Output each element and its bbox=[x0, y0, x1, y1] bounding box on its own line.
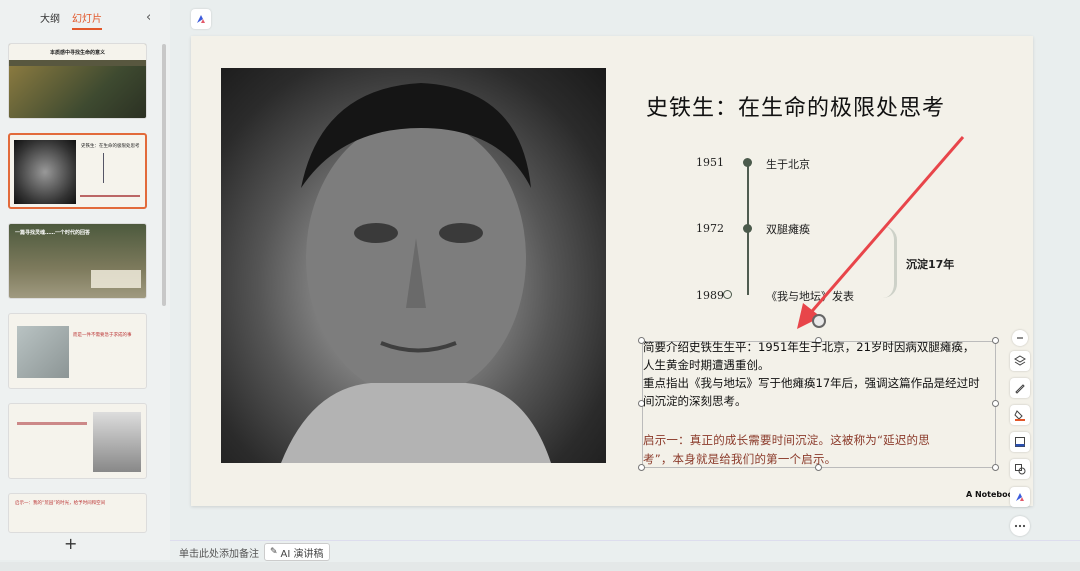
thumbnail-image bbox=[9, 66, 146, 118]
status-bar bbox=[0, 562, 1080, 571]
slide-title[interactable]: 史铁生：在生命的极限处思考 bbox=[646, 90, 945, 122]
annotation-arrow bbox=[797, 136, 965, 329]
chevron-left-icon[interactable]: ‹ bbox=[146, 10, 151, 25]
notes-text[interactable]: 简要介绍史铁生生平：1951年生于北京，21岁时因病双腿瘫痪， 人生黄金时期遭遇… bbox=[643, 338, 995, 410]
notebook-watermark: A Noteboo bbox=[966, 490, 1014, 499]
slide-thumbnail-4[interactable]: 而是一件不需要急于求成的事 bbox=[8, 313, 147, 389]
portrait-photo bbox=[221, 68, 606, 463]
minus-icon[interactable] bbox=[1012, 330, 1028, 346]
shape-icon[interactable] bbox=[1010, 459, 1030, 479]
timeline-year-1989: 1989 bbox=[696, 289, 724, 302]
ai-icon: ✎ bbox=[270, 547, 278, 557]
slide-thumbnail-5[interactable] bbox=[8, 403, 147, 479]
thumbnail-image bbox=[17, 326, 69, 378]
timeline-year-1951: 1951 bbox=[696, 156, 724, 169]
thumbnail-image bbox=[93, 412, 141, 472]
add-slide-button[interactable]: + bbox=[64, 534, 77, 553]
timeline-ring bbox=[723, 290, 732, 299]
sidebar-scrollbar[interactable] bbox=[162, 44, 166, 306]
sidebar-tabs: 大纲 幻灯片 bbox=[40, 10, 102, 30]
layers-icon[interactable] bbox=[1010, 351, 1030, 371]
timeline-year-1972: 1972 bbox=[696, 222, 724, 235]
thumbnail-image bbox=[14, 140, 76, 204]
slide-thumbnail-3[interactable]: 一篇寻找灵魂……一个时代的回答 bbox=[8, 223, 147, 299]
tab-slides[interactable]: 幻灯片 bbox=[72, 10, 102, 30]
notes-bar: 单击此处添加备注 ✎ AI 演讲稿 bbox=[170, 540, 1080, 562]
app-logo-icon[interactable] bbox=[1010, 487, 1030, 507]
slide-sidebar: 大纲 幻灯片 ‹ 本质感中寻找生命的意义 史铁生：在生命的极限处思考 一篇寻找灵… bbox=[0, 0, 170, 560]
rotate-handle[interactable] bbox=[812, 314, 826, 328]
timeline-dot bbox=[743, 224, 752, 233]
app-logo-icon[interactable] bbox=[191, 9, 211, 29]
fill-icon[interactable] bbox=[1010, 405, 1030, 425]
timeline-dot bbox=[743, 158, 752, 167]
more-icon[interactable] bbox=[1010, 516, 1030, 536]
ai-speech-button[interactable]: ✎ AI 演讲稿 bbox=[264, 543, 330, 561]
frame-icon[interactable] bbox=[1010, 432, 1030, 452]
slide-thumbnail-6[interactable]: 启示一：我的“荒园”的时光，给予时间和空间 bbox=[8, 493, 147, 533]
insight-text[interactable]: 启示一：真正的成长需要时间沉淀。这被称为“延迟的思 考”，本身就是给我们的第一个… bbox=[643, 431, 995, 469]
slide-canvas[interactable]: 史铁生：在生命的极限处思考 1951 生于北京 1972 双腿瘫痪 1989 《… bbox=[191, 36, 1033, 506]
slide-thumbnail-2[interactable]: 史铁生：在生命的极限处思考 bbox=[8, 133, 147, 209]
tab-outline[interactable]: 大纲 bbox=[40, 10, 60, 30]
brush-icon[interactable] bbox=[1010, 378, 1030, 398]
notes-placeholder[interactable]: 单击此处添加备注 bbox=[179, 545, 259, 560]
slide-thumbnail-1[interactable]: 本质感中寻找生命的意义 bbox=[8, 43, 147, 119]
